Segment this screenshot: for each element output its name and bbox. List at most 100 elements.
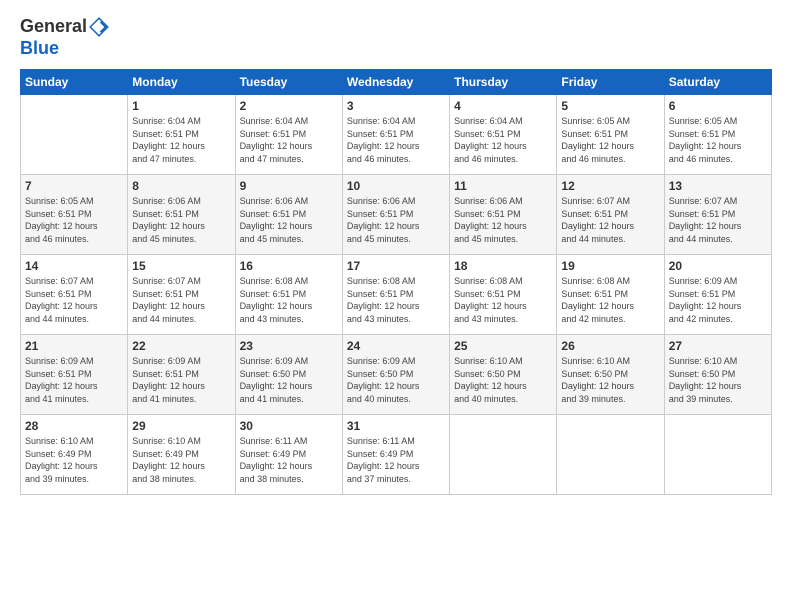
col-header-tuesday: Tuesday (235, 70, 342, 95)
col-header-friday: Friday (557, 70, 664, 95)
day-info: Sunrise: 6:04 AM Sunset: 6:51 PM Dayligh… (347, 115, 445, 165)
calendar-cell: 4 Sunrise: 6:04 AM Sunset: 6:51 PM Daylig… (450, 95, 557, 175)
day-info: Sunrise: 6:10 AM Sunset: 6:50 PM Dayligh… (561, 355, 659, 405)
logo: General Blue (20, 16, 111, 59)
calendar-cell (664, 415, 771, 495)
day-number: 24 (347, 339, 445, 353)
calendar-cell: 31 Sunrise: 6:11 AM Sunset: 6:49 PM Dayli… (342, 415, 449, 495)
day-number: 4 (454, 99, 552, 113)
calendar-cell: 22Sunrise: 6:09 AM Sunset: 6:51 PM Dayli… (128, 335, 235, 415)
day-number: 14 (25, 259, 123, 273)
day-number: 7 (25, 179, 123, 193)
calendar-cell: 20 Sunrise: 6:09 AM Sunset: 6:51 PM Dayli… (664, 255, 771, 335)
calendar-cell: 13 Sunrise: 6:07 AM Sunset: 6:51 PM Dayli… (664, 175, 771, 255)
day-info: Sunrise: 6:08 AM Sunset: 6:51 PM Dayligh… (454, 275, 552, 325)
day-info: Sunrise: 6:09 AM Sunset: 6:51 PM Dayligh… (132, 355, 230, 405)
day-info: Sunrise: 6:09 AM Sunset: 6:50 PM Dayligh… (347, 355, 445, 405)
day-info: Sunrise: 6:08 AM Sunset: 6:51 PM Dayligh… (240, 275, 338, 325)
calendar-cell: 30 Sunrise: 6:11 AM Sunset: 6:49 PM Dayli… (235, 415, 342, 495)
calendar-cell: 27 Sunrise: 6:10 AM Sunset: 6:50 PM Dayli… (664, 335, 771, 415)
calendar-cell: 1 Sunrise: 6:04 AM Sunset: 6:51 PM Daylig… (128, 95, 235, 175)
calendar-cell: 26 Sunrise: 6:10 AM Sunset: 6:50 PM Dayli… (557, 335, 664, 415)
day-number: 15 (132, 259, 230, 273)
col-header-sunday: Sunday (21, 70, 128, 95)
day-info: Sunrise: 6:11 AM Sunset: 6:49 PM Dayligh… (240, 435, 338, 485)
day-number: 29 (132, 419, 230, 433)
day-info: Sunrise: 6:07 AM Sunset: 6:51 PM Dayligh… (25, 275, 123, 325)
day-number: 12 (561, 179, 659, 193)
calendar-cell: 29 Sunrise: 6:10 AM Sunset: 6:49 PM Dayli… (128, 415, 235, 495)
day-number: 1 (132, 99, 230, 113)
day-info: Sunrise: 6:07 AM Sunset: 6:51 PM Dayligh… (669, 195, 767, 245)
calendar-cell: 3 Sunrise: 6:04 AM Sunset: 6:51 PM Daylig… (342, 95, 449, 175)
day-number: 10 (347, 179, 445, 193)
day-info: Sunrise: 6:09 AM Sunset: 6:51 PM Dayligh… (25, 355, 123, 405)
calendar-cell (450, 415, 557, 495)
calendar-cell: 16Sunrise: 6:08 AM Sunset: 6:51 PM Dayli… (235, 255, 342, 335)
calendar-cell: 5 Sunrise: 6:05 AM Sunset: 6:51 PM Daylig… (557, 95, 664, 175)
day-info: Sunrise: 6:04 AM Sunset: 6:51 PM Dayligh… (132, 115, 230, 165)
calendar-cell: 2Sunrise: 6:04 AM Sunset: 6:51 PM Daylig… (235, 95, 342, 175)
day-number: 3 (347, 99, 445, 113)
calendar-cell: 9 Sunrise: 6:06 AM Sunset: 6:51 PM Daylig… (235, 175, 342, 255)
day-info: Sunrise: 6:06 AM Sunset: 6:51 PM Dayligh… (454, 195, 552, 245)
col-header-thursday: Thursday (450, 70, 557, 95)
calendar-cell: 12 Sunrise: 6:07 AM Sunset: 6:51 PM Dayli… (557, 175, 664, 255)
day-number: 18 (454, 259, 552, 273)
col-header-wednesday: Wednesday (342, 70, 449, 95)
calendar-cell: 28 Sunrise: 6:10 AM Sunset: 6:49 PM Dayli… (21, 415, 128, 495)
calendar-cell: 8 Sunrise: 6:06 AM Sunset: 6:51 PM Daylig… (128, 175, 235, 255)
day-info: Sunrise: 6:10 AM Sunset: 6:49 PM Dayligh… (25, 435, 123, 485)
col-header-monday: Monday (128, 70, 235, 95)
day-number: 19 (561, 259, 659, 273)
calendar-cell: 23Sunrise: 6:09 AM Sunset: 6:50 PM Dayli… (235, 335, 342, 415)
day-info: Sunrise: 6:08 AM Sunset: 6:51 PM Dayligh… (347, 275, 445, 325)
calendar-cell: 15 Sunrise: 6:07 AM Sunset: 6:51 PM Dayli… (128, 255, 235, 335)
day-number: 8 (132, 179, 230, 193)
logo-general-text: General (20, 16, 87, 38)
day-info: Sunrise: 6:10 AM Sunset: 6:50 PM Dayligh… (669, 355, 767, 405)
calendar-cell (21, 95, 128, 175)
day-number: 13 (669, 179, 767, 193)
day-info: Sunrise: 6:08 AM Sunset: 6:51 PM Dayligh… (561, 275, 659, 325)
day-number: 20 (669, 259, 767, 273)
calendar-cell: 18 Sunrise: 6:08 AM Sunset: 6:51 PM Dayli… (450, 255, 557, 335)
day-info: Sunrise: 6:06 AM Sunset: 6:51 PM Dayligh… (347, 195, 445, 245)
col-header-saturday: Saturday (664, 70, 771, 95)
day-info: Sunrise: 6:09 AM Sunset: 6:50 PM Dayligh… (240, 355, 338, 405)
day-info: Sunrise: 6:05 AM Sunset: 6:51 PM Dayligh… (561, 115, 659, 165)
day-info: Sunrise: 6:05 AM Sunset: 6:51 PM Dayligh… (25, 195, 123, 245)
day-info: Sunrise: 6:04 AM Sunset: 6:51 PM Dayligh… (240, 115, 338, 165)
day-info: Sunrise: 6:05 AM Sunset: 6:51 PM Dayligh… (669, 115, 767, 165)
calendar-cell (557, 415, 664, 495)
day-info: Sunrise: 6:06 AM Sunset: 6:51 PM Dayligh… (132, 195, 230, 245)
day-number: 30 (240, 419, 338, 433)
calendar-cell: 14 Sunrise: 6:07 AM Sunset: 6:51 PM Dayli… (21, 255, 128, 335)
day-number: 21 (25, 339, 123, 353)
logo-blue-text: Blue (20, 38, 111, 59)
day-number: 28 (25, 419, 123, 433)
day-number: 9 (240, 179, 338, 193)
day-info: Sunrise: 6:07 AM Sunset: 6:51 PM Dayligh… (132, 275, 230, 325)
day-number: 31 (347, 419, 445, 433)
calendar-cell: 10 Sunrise: 6:06 AM Sunset: 6:51 PM Dayli… (342, 175, 449, 255)
day-info: Sunrise: 6:06 AM Sunset: 6:51 PM Dayligh… (240, 195, 338, 245)
calendar-table: SundayMondayTuesdayWednesdayThursdayFrid… (20, 69, 772, 495)
day-info: Sunrise: 6:07 AM Sunset: 6:51 PM Dayligh… (561, 195, 659, 245)
calendar-cell: 6 Sunrise: 6:05 AM Sunset: 6:51 PM Daylig… (664, 95, 771, 175)
calendar-cell: 21 Sunrise: 6:09 AM Sunset: 6:51 PM Dayli… (21, 335, 128, 415)
calendar-cell: 25Sunrise: 6:10 AM Sunset: 6:50 PM Dayli… (450, 335, 557, 415)
day-info: Sunrise: 6:09 AM Sunset: 6:51 PM Dayligh… (669, 275, 767, 325)
calendar-cell: 19 Sunrise: 6:08 AM Sunset: 6:51 PM Dayli… (557, 255, 664, 335)
day-number: 5 (561, 99, 659, 113)
day-number: 27 (669, 339, 767, 353)
day-number: 26 (561, 339, 659, 353)
day-info: Sunrise: 6:10 AM Sunset: 6:49 PM Dayligh… (132, 435, 230, 485)
day-number: 6 (669, 99, 767, 113)
day-number: 17 (347, 259, 445, 273)
calendar-cell: 11Sunrise: 6:06 AM Sunset: 6:51 PM Dayli… (450, 175, 557, 255)
day-info: Sunrise: 6:04 AM Sunset: 6:51 PM Dayligh… (454, 115, 552, 165)
calendar-cell: 24 Sunrise: 6:09 AM Sunset: 6:50 PM Dayli… (342, 335, 449, 415)
day-info: Sunrise: 6:11 AM Sunset: 6:49 PM Dayligh… (347, 435, 445, 485)
calendar-cell: 7 Sunrise: 6:05 AM Sunset: 6:51 PM Daylig… (21, 175, 128, 255)
